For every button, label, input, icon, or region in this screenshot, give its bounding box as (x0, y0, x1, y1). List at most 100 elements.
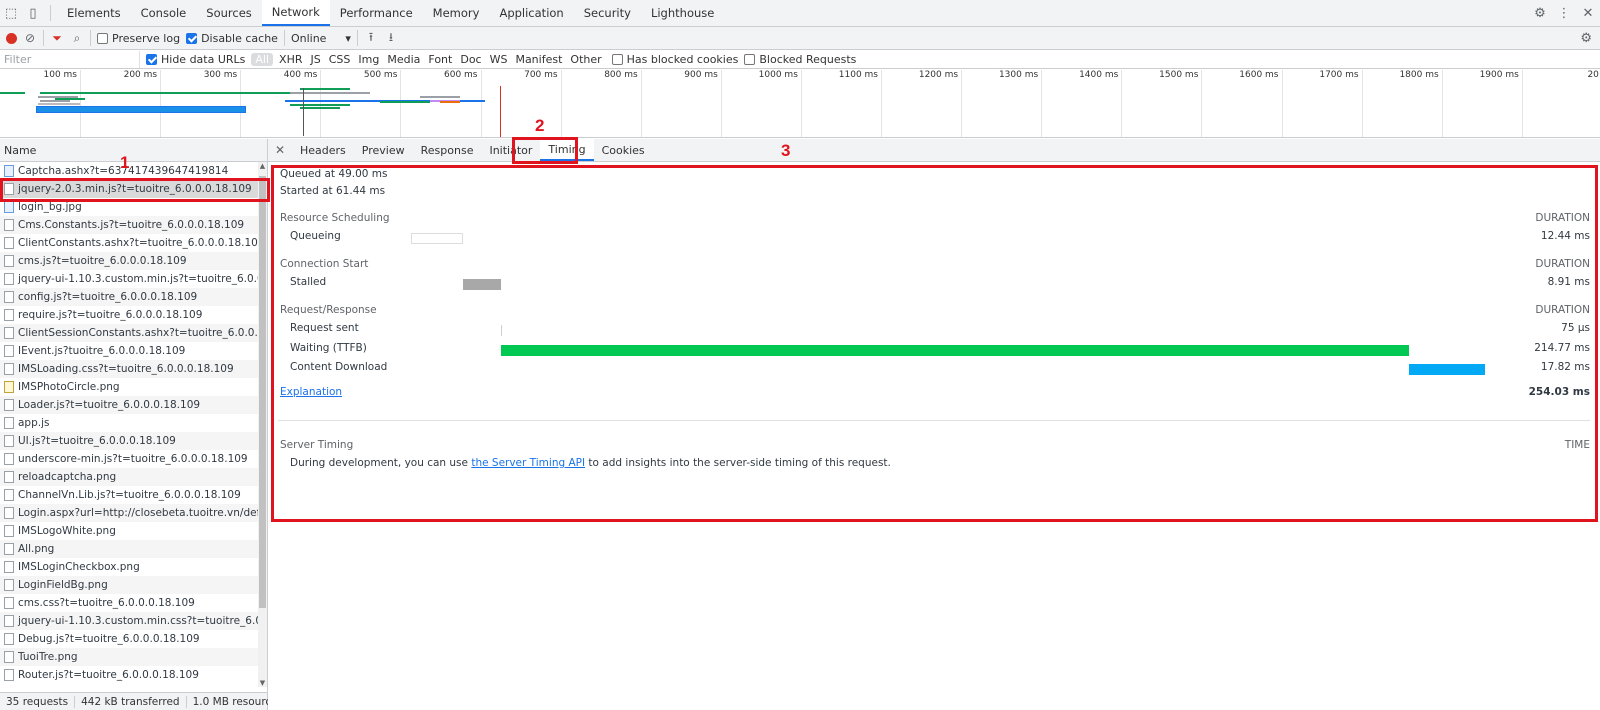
tab-timing[interactable]: Timing (540, 139, 594, 161)
request-row[interactable]: ClientConstants.ashx?t=tuoitre_6.0.0.0.1… (0, 234, 258, 252)
started-at-text: Started at 61.44 ms (280, 185, 386, 197)
tab-memory[interactable]: Memory (423, 0, 490, 26)
throttling-select[interactable]: Online ▾ (291, 32, 351, 45)
disable-cache-check[interactable] (186, 32, 198, 44)
scroll-up-icon[interactable]: ▲ (258, 162, 267, 170)
tab-sources[interactable]: Sources (196, 0, 262, 26)
request-row[interactable]: Loader.js?t=tuoitre_6.0.0.0.18.109 (0, 396, 258, 414)
request-row[interactable]: IEvent.js?tuoitre_6.0.0.0.18.109 (0, 342, 258, 360)
request-row[interactable]: jquery-ui-1.10.3.custom.min.js?t=tuoitre… (0, 270, 258, 288)
filter-input[interactable] (0, 50, 140, 68)
request-row[interactable]: Login.aspx?url=http://closebeta.tuoitre.… (0, 504, 258, 522)
transferred-size: 442 kB transferred (75, 695, 187, 708)
tab-console[interactable]: Console (131, 0, 197, 26)
request-name: cms.css?t=tuoitre_6.0.0.0.18.109 (18, 597, 195, 609)
request-row[interactable]: require.js?t=tuoitre_6.0.0.0.18.109 (0, 306, 258, 324)
close-devtools-icon[interactable]: ✕ (1576, 6, 1600, 21)
request-name: Cms.Constants.js?t=tuoitre_6.0.0.0.18.10… (18, 219, 245, 231)
request-row[interactable]: Debug.js?t=tuoitre_6.0.0.0.18.109 (0, 630, 258, 648)
record-button[interactable] (6, 32, 17, 44)
request-name: IEvent.js?tuoitre_6.0.0.0.18.109 (18, 345, 186, 357)
request-row[interactable]: cms.js?t=tuoitre_6.0.0.0.18.109 (0, 252, 258, 270)
clear-icon[interactable]: ⊘ (23, 31, 37, 45)
has-blocked-cookies-checkbox[interactable]: Has blocked cookies (611, 53, 738, 66)
filter-type-manifest[interactable]: Manifest (511, 53, 566, 66)
tab-lighthouse[interactable]: Lighthouse (641, 0, 724, 26)
request-row[interactable]: jquery-2.0.3.min.js?t=tuoitre_6.0.0.0.18… (0, 180, 258, 198)
network-settings-icon[interactable]: ⚙ (1580, 31, 1592, 46)
hide-data-urls-checkbox[interactable]: Hide data URLs (146, 53, 245, 66)
request-row[interactable]: jquery-ui-1.10.3.custom.min.css?t=tuoitr… (0, 612, 258, 630)
preserve-log-checkbox[interactable]: Preserve log (97, 32, 180, 45)
request-row[interactable]: login_bg.jpg (0, 198, 258, 216)
request-row[interactable]: IMSLoginCheckbox.png (0, 558, 258, 576)
request-row[interactable]: Router.js?t=tuoitre_6.0.0.0.18.109 (0, 666, 258, 684)
request-row[interactable]: config.js?t=tuoitre_6.0.0.0.18.109 (0, 288, 258, 306)
close-detail-icon[interactable]: ✕ (268, 139, 292, 161)
device-toolbar-icon[interactable]: ▯ (22, 0, 44, 26)
filter-type-ws[interactable]: WS (486, 53, 512, 66)
tab-network[interactable]: Network (261, 0, 330, 26)
blocked-requests-check[interactable] (744, 53, 756, 65)
settings-icon[interactable]: ⚙ (1528, 6, 1552, 21)
filter-type-media[interactable]: Media (383, 53, 424, 66)
request-row[interactable]: All.png (0, 540, 258, 558)
name-column-header[interactable]: Name (0, 139, 268, 162)
filter-type-css[interactable]: CSS (325, 53, 355, 66)
tab-security[interactable]: Security (574, 0, 641, 26)
timeline-overview[interactable]: 100 ms 200 ms 300 ms 400 ms 500 ms 600 ms 700 … (0, 70, 1600, 138)
scroll-down-icon[interactable]: ▼ (258, 679, 267, 687)
request-row[interactable]: IMSLogoWhite.png (0, 522, 258, 540)
server-timing-api-link[interactable]: the Server Timing API (471, 457, 585, 469)
tab-preview[interactable]: Preview (354, 139, 413, 161)
timing-section-header: Resource Scheduling DURATION (268, 212, 1600, 230)
request-row[interactable]: IMSPhotoCircle.png (0, 378, 258, 396)
filter-type-js[interactable]: JS (307, 53, 325, 66)
request-row[interactable]: IMSLoading.css?t=tuoitre_6.0.0.0.18.109 (0, 360, 258, 378)
disable-cache-checkbox[interactable]: Disable cache (186, 32, 278, 45)
tab-application[interactable]: Application (489, 0, 573, 26)
scrollbar-thumb[interactable] (259, 176, 266, 608)
has-blocked-cookies-check[interactable] (611, 53, 623, 65)
request-row[interactable]: Cms.Constants.js?t=tuoitre_6.0.0.0.18.10… (0, 216, 258, 234)
blocked-requests-checkbox[interactable]: Blocked Requests (744, 53, 856, 66)
more-options-icon[interactable]: ⋮ (1552, 6, 1576, 21)
tab-response[interactable]: Response (413, 139, 482, 161)
import-har-icon[interactable]: ⭱ (364, 30, 378, 45)
request-row[interactable]: TuoiTre.png (0, 648, 258, 666)
timing-row-value: 12.44 ms (1540, 230, 1590, 242)
tab-elements[interactable]: Elements (57, 0, 131, 26)
search-icon[interactable]: ⌕ (70, 31, 84, 45)
request-list-scrollbar[interactable]: ▲ ▼ (258, 162, 267, 687)
request-row[interactable]: UI.js?t=tuoitre_6.0.0.0.18.109 (0, 432, 258, 450)
filter-type-doc[interactable]: Doc (456, 53, 485, 66)
filter-icon[interactable]: ⏷ (50, 31, 64, 45)
request-row[interactable]: ChannelVn.Lib.js?t=tuoitre_6.0.0.0.18.10… (0, 486, 258, 504)
timeline-gridline (1041, 70, 1043, 137)
filter-type-other[interactable]: Other (566, 53, 605, 66)
preserve-log-check[interactable] (97, 32, 108, 44)
request-name: IMSLoginCheckbox.png (18, 561, 140, 573)
hide-data-urls-check[interactable] (146, 53, 157, 65)
request-row[interactable]: ClientSessionConstants.ashx?t=tuoitre_6.… (0, 324, 258, 342)
inspect-element-icon[interactable]: ⬚ (0, 0, 22, 26)
explanation-link[interactable]: Explanation (280, 386, 342, 398)
filter-type-xhr[interactable]: XHR (275, 53, 306, 66)
filter-type-img[interactable]: Img (354, 53, 383, 66)
export-har-icon[interactable]: ⭳ (384, 30, 398, 45)
request-row[interactable]: app.js (0, 414, 258, 432)
tab-initiator[interactable]: Initiator (481, 139, 540, 161)
divider (278, 420, 1590, 421)
tab-headers[interactable]: Headers (292, 139, 354, 161)
tab-cookies[interactable]: Cookies (594, 139, 653, 161)
duration-header: DURATION (1535, 212, 1590, 224)
tab-performance[interactable]: Performance (330, 0, 423, 26)
request-row[interactable]: LoginFieldBg.png (0, 576, 258, 594)
request-row[interactable]: underscore-min.js?t=tuoitre_6.0.0.0.18.1… (0, 450, 258, 468)
filter-type-font[interactable]: Font (424, 53, 456, 66)
timeline-bar (40, 92, 290, 94)
request-row[interactable]: cms.css?t=tuoitre_6.0.0.0.18.109 (0, 594, 258, 612)
filter-type-all[interactable]: All (251, 52, 274, 66)
request-name: jquery-2.0.3.min.js?t=tuoitre_6.0.0.0.18… (18, 183, 252, 195)
request-row[interactable]: reloadcaptcha.png (0, 468, 258, 486)
